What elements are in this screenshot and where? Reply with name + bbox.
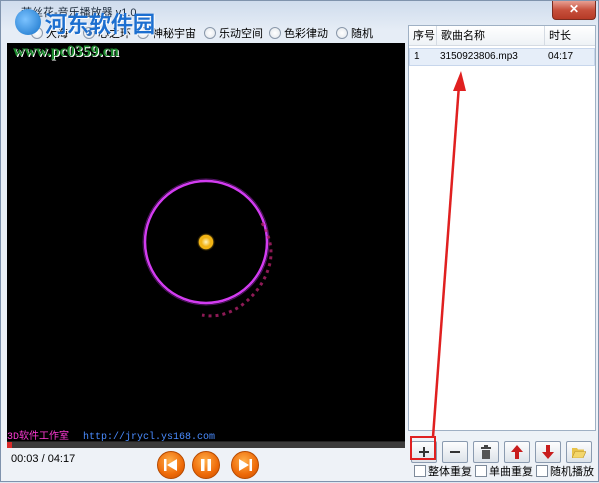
player-window: 荒丝花-音乐播放器 v1.0 ✕ 河东软件园 www.pc0359.cn 大海 …: [0, 0, 599, 482]
previous-button[interactable]: [157, 451, 185, 479]
folder-open-icon: [572, 448, 586, 458]
shuffle-checkbox[interactable]: 随机播放: [536, 463, 594, 479]
option-label: 单曲重复: [489, 466, 533, 478]
open-folder-button[interactable]: [566, 441, 592, 463]
pause-button[interactable]: [192, 451, 220, 479]
mode-random[interactable]: 随机: [336, 25, 373, 41]
checkbox-icon: [414, 465, 426, 477]
table-row[interactable]: 1 3150923806.mp3 04:17: [409, 48, 595, 66]
mode-label: 随机: [351, 28, 373, 40]
watermark-logo-icon: [15, 9, 41, 35]
watermark-url: www.pc0359.cn: [13, 43, 119, 60]
col-header-name[interactable]: 歌曲名称: [437, 26, 545, 46]
visualizer-canvas: [7, 43, 405, 441]
next-icon: [239, 459, 252, 471]
watermark: 河东软件园 www.pc0359.cn: [5, 5, 215, 65]
pause-icon: [201, 459, 211, 471]
option-label: 整体重复: [428, 466, 472, 478]
remove-button[interactable]: [442, 441, 468, 463]
radio-icon: [336, 27, 348, 39]
col-header-duration[interactable]: 时长: [545, 26, 595, 46]
repeat-one-checkbox[interactable]: 单曲重复: [475, 463, 533, 479]
radio-icon: [269, 27, 281, 39]
row-name: 3150923806.mp3: [440, 51, 518, 62]
checkbox-icon: [475, 465, 487, 477]
visualizer-credits: 3D软件工作室 http://jrycl.ys168.com: [7, 427, 405, 443]
checkbox-icon: [536, 465, 548, 477]
heart-ring-visual: [142, 178, 273, 318]
trash-icon: [481, 445, 491, 459]
watermark-name: 河东软件园: [45, 12, 156, 37]
minus-icon: [450, 451, 460, 453]
arrow-down-icon: [542, 445, 554, 459]
col-header-index[interactable]: 序号: [409, 26, 437, 46]
delete-button[interactable]: [473, 441, 499, 463]
mode-label: 乐动空间: [219, 28, 263, 40]
row-duration: 04:17: [548, 51, 574, 62]
row-index: 1: [414, 51, 420, 62]
previous-icon: [164, 459, 177, 471]
progress-bar[interactable]: [7, 441, 405, 448]
plus-icon: [419, 447, 429, 457]
option-label: 随机播放: [550, 466, 594, 478]
playlist-table[interactable]: 序号 歌曲名称 时长 1 3150923806.mp3 04:17: [408, 25, 596, 431]
move-down-button[interactable]: [535, 441, 561, 463]
mode-color-rhythm[interactable]: 色彩律动: [269, 25, 328, 41]
add-button[interactable]: [411, 441, 437, 463]
arrow-up-icon: [511, 445, 523, 459]
time-display: 00:03 / 04:17: [11, 453, 76, 465]
progress-fill: [7, 442, 12, 448]
next-button[interactable]: [231, 451, 259, 479]
close-button[interactable]: ✕: [552, 1, 596, 20]
mode-label: 色彩律动: [284, 28, 328, 40]
move-up-button[interactable]: [504, 441, 530, 463]
repeat-all-checkbox[interactable]: 整体重复: [414, 463, 472, 479]
